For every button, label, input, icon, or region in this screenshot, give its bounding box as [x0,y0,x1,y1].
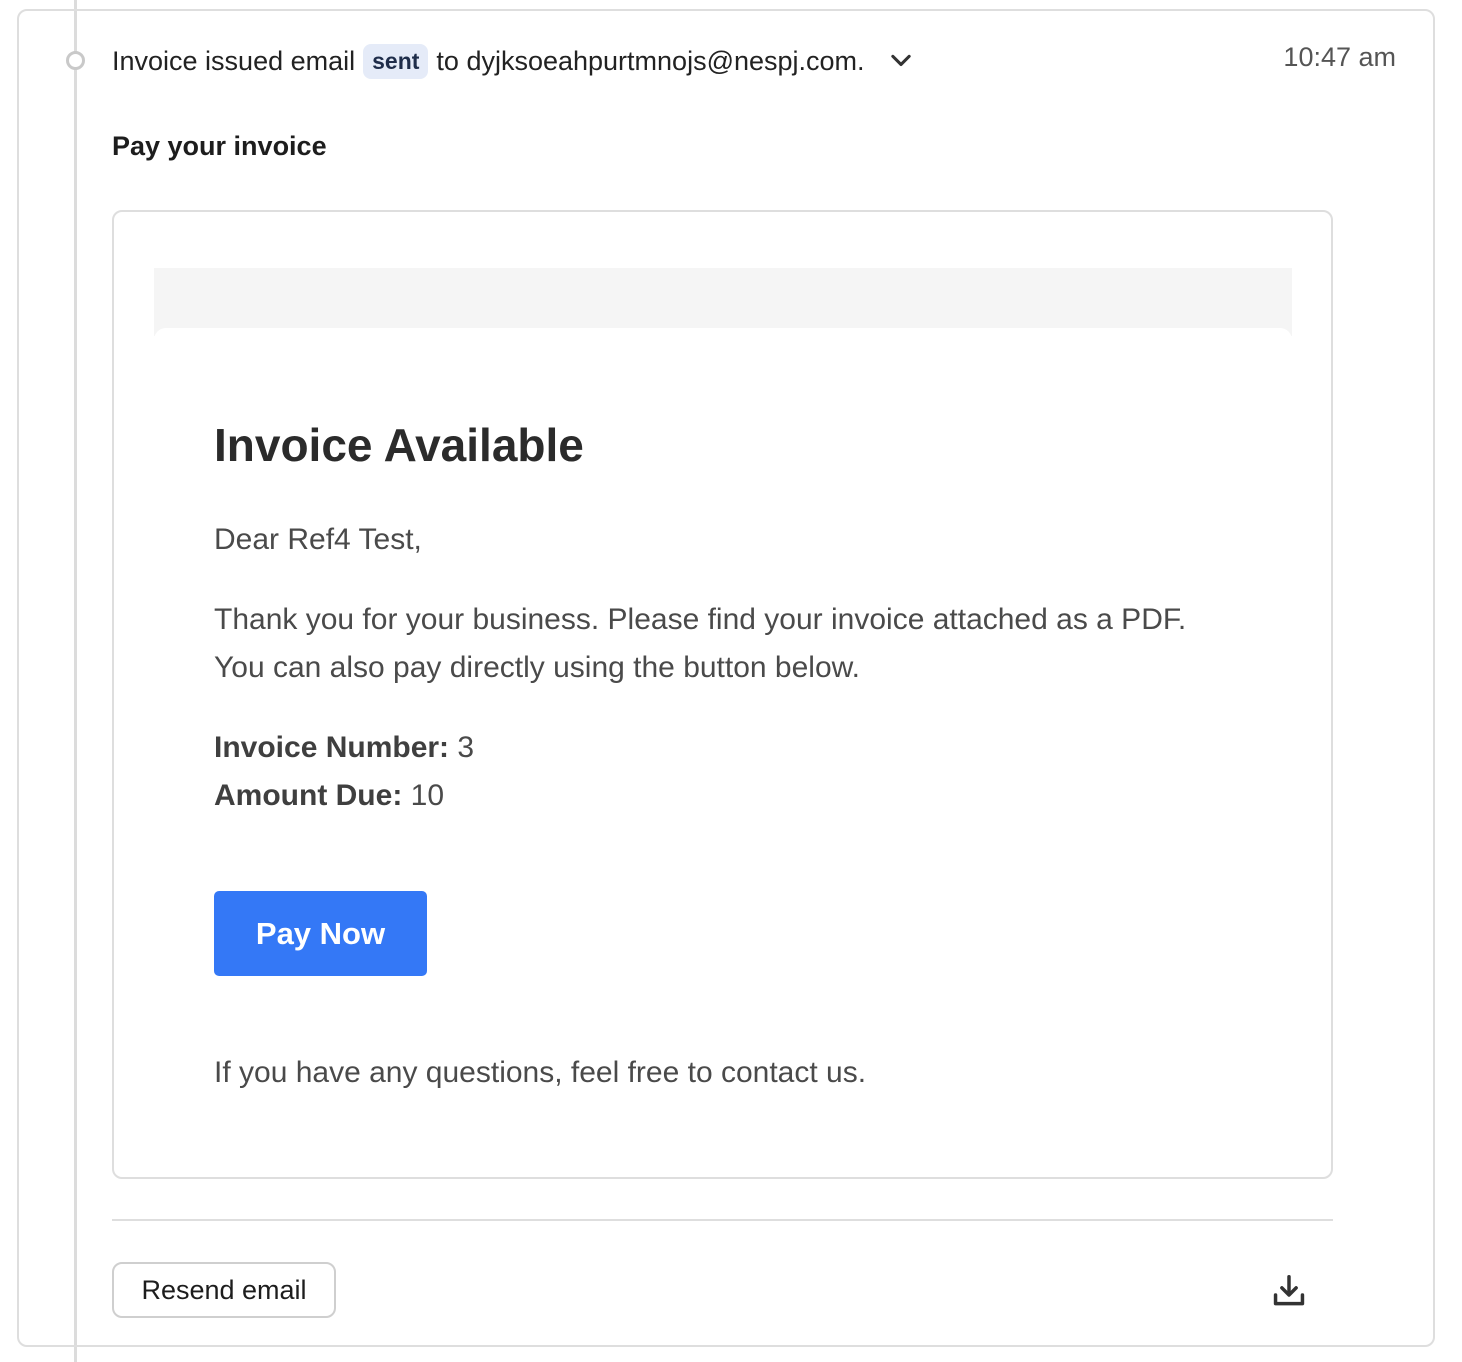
invoice-number-value: 3 [457,731,475,764]
email-header-band [154,268,1292,336]
invoice-number-row: Invoice Number: 3 [214,724,474,772]
invoice-number-label: Invoice Number: [214,731,450,764]
invoice-details: Invoice Number: 3 Amount Due: 10 [214,724,474,820]
chevron-down-icon[interactable] [887,47,915,75]
event-time: 10:47 am [1283,42,1396,72]
resend-email-button[interactable]: Resend email [112,1262,336,1318]
pay-now-button[interactable]: Pay Now [214,891,427,976]
amount-due-label: Amount Due: [214,779,403,812]
email-greeting: Dear Ref4 Test, [214,523,422,556]
email-subject: Pay your invoice [112,131,327,161]
amount-due-value: 10 [410,779,445,812]
email-activity-page: Invoice issued email sent to dyjksoeahpu… [0,0,1462,1362]
divider [112,1219,1333,1221]
event-header: Invoice issued email sent to dyjksoeahpu… [112,40,915,82]
email-title: Invoice Available [214,419,584,471]
timeline-dot [66,51,85,70]
email-message: Thank you for your business. Please find… [214,603,1187,684]
download-icon[interactable] [1270,1272,1308,1310]
email-closing: If you have any questions, feel free to … [214,1056,867,1089]
event-recipient: to dyjksoeahpurtmnojs@nespj.com. [436,45,865,76]
status-badge: sent [363,43,429,79]
amount-due-row: Amount Due: 10 [214,772,474,820]
event-prefix: Invoice issued email [112,45,356,76]
email-preview: Invoice Available Dear Ref4 Test, Thank … [112,210,1333,1179]
